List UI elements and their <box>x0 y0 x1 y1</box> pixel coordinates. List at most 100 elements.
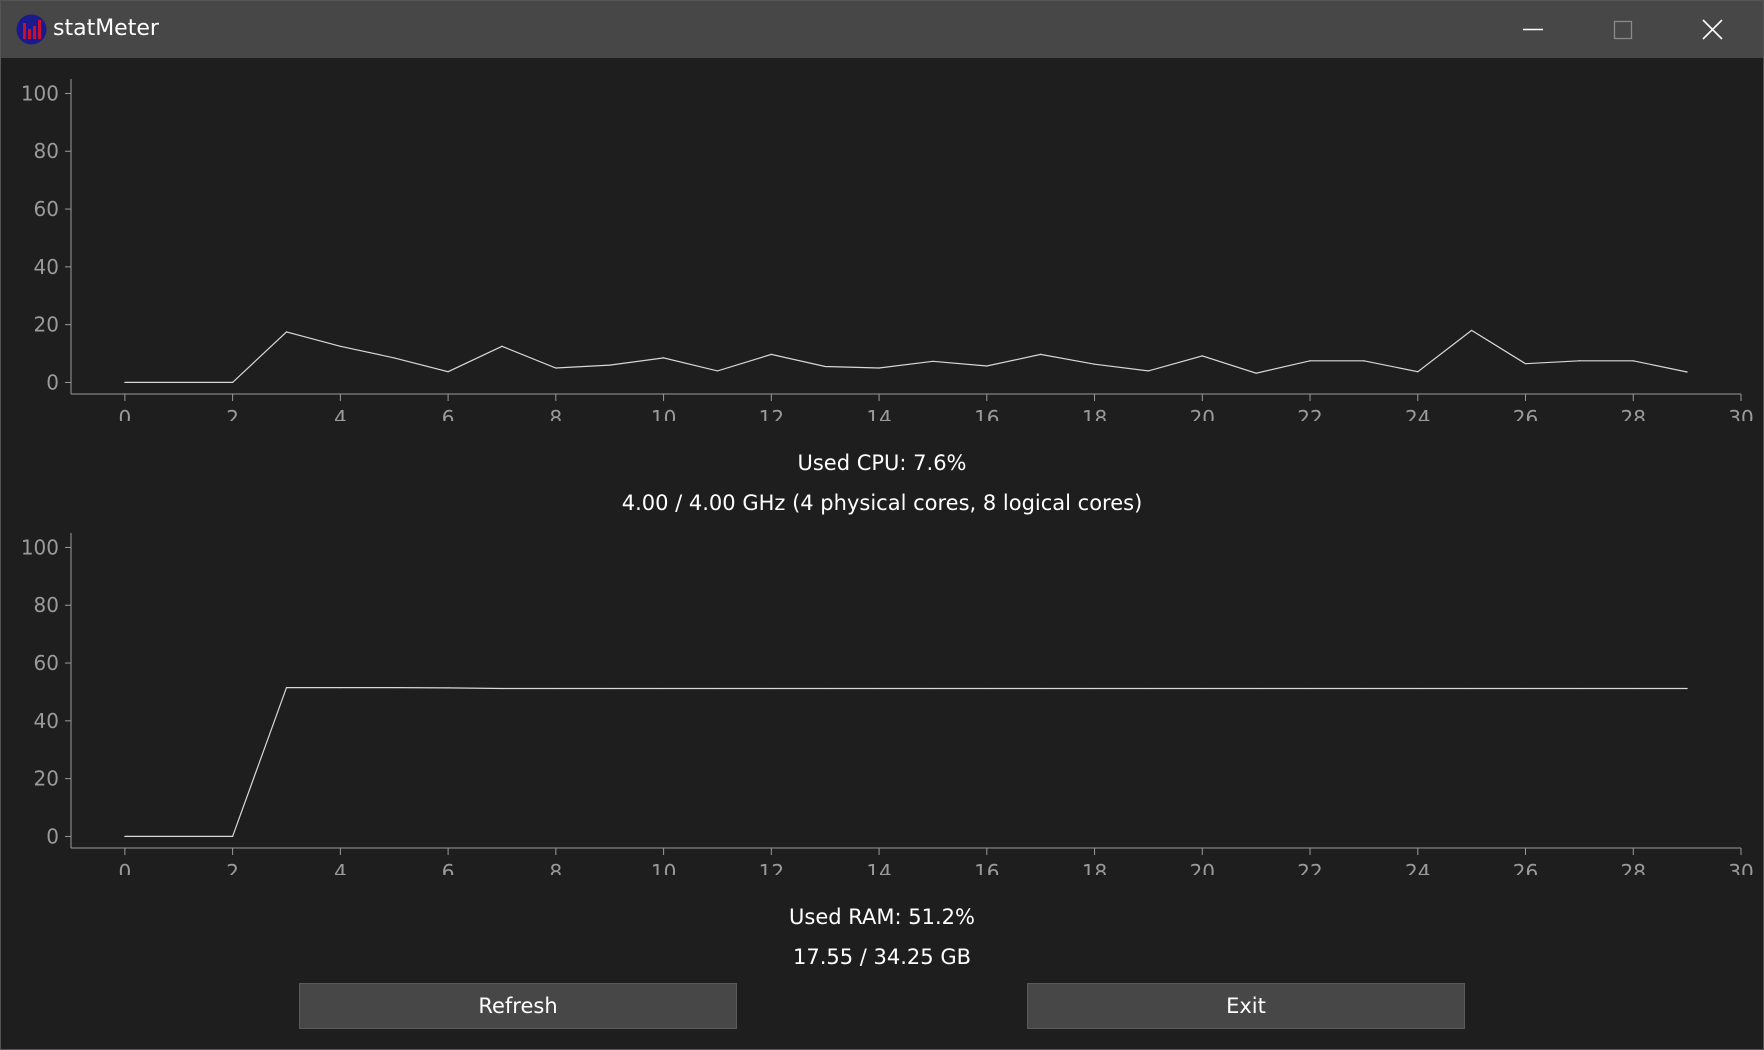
data-point <box>1524 363 1527 365</box>
data-point <box>609 687 611 690</box>
minimize-button[interactable] <box>1487 1 1577 58</box>
x-tick-label: 16 <box>974 406 999 421</box>
data-point <box>932 360 934 362</box>
data-point <box>124 381 126 384</box>
x-tick-label: 22 <box>1297 406 1322 421</box>
data-point <box>878 687 880 690</box>
close-icon <box>1702 19 1723 40</box>
data-point <box>339 345 341 347</box>
x-tick-label: 2 <box>226 860 239 875</box>
data-point <box>285 687 288 689</box>
data-point <box>178 835 180 838</box>
y-tick-label: 40 <box>34 709 59 733</box>
data-point <box>447 687 449 689</box>
x-tick-label: 0 <box>119 406 132 421</box>
close-button[interactable] <box>1667 1 1757 58</box>
x-tick-label: 12 <box>759 406 784 421</box>
y-tick-label: 0 <box>46 824 59 848</box>
x-tick-label: 30 <box>1728 860 1753 875</box>
x-tick-label: 18 <box>1082 406 1107 421</box>
data-point <box>932 687 934 690</box>
y-tick-label: 20 <box>34 767 59 791</box>
y-tick-label: 20 <box>34 313 59 337</box>
ram-chart: 0 20 40 60 80 100 0 2 4 6 8 10 12 14 16 18 20 22 24 26 28 30 <box>1 515 1763 884</box>
x-tick-label: 26 <box>1513 860 1538 875</box>
data-point <box>1632 687 1634 690</box>
data-point <box>662 357 665 359</box>
data-point <box>1686 371 1688 373</box>
x-tick-label: 14 <box>866 860 891 875</box>
x-tick-label: 8 <box>549 406 562 421</box>
data-point <box>285 331 288 333</box>
cpu-frequency-label: 4.00 / 4.00 GHz (4 physical cores, 8 log… <box>621 491 1143 515</box>
data-point <box>501 687 503 690</box>
data-point <box>1201 687 1203 690</box>
x-tick-label: 14 <box>866 406 891 421</box>
x-tick-label: 20 <box>1190 406 1215 421</box>
data-point <box>447 371 449 373</box>
data-point <box>339 687 341 689</box>
data-point <box>1363 360 1365 362</box>
series-line <box>124 687 1688 837</box>
x-tick-label: 2 <box>226 406 239 421</box>
data-point <box>609 364 611 366</box>
data-point <box>1578 687 1580 690</box>
x-tick-label: 0 <box>119 860 132 875</box>
ram-size-label: 17.55 / 34.25 GB <box>792 945 972 969</box>
series-line <box>124 329 1688 383</box>
x-tick-label: 10 <box>651 406 676 421</box>
data-point <box>124 835 126 838</box>
x-tick-label: 6 <box>442 860 455 875</box>
refresh-button[interactable]: Refresh <box>299 983 737 1029</box>
data-point <box>1524 687 1527 690</box>
data-point <box>501 345 503 347</box>
exit-button[interactable]: Exit <box>1027 983 1465 1029</box>
data-point <box>1309 360 1311 362</box>
data-point <box>1417 371 1419 373</box>
data-point <box>393 357 395 359</box>
x-tick-label: 30 <box>1728 406 1753 421</box>
data-point <box>770 353 772 356</box>
data-point <box>1632 360 1634 362</box>
x-tick-label: 4 <box>334 406 347 421</box>
y-tick-label: 80 <box>34 593 59 617</box>
x-tick-label: 8 <box>549 860 562 875</box>
x-tick-label: 20 <box>1190 860 1215 875</box>
title-bar[interactable]: statMeter <box>1 1 1763 58</box>
data-point <box>1093 363 1096 365</box>
data-point <box>1040 353 1042 356</box>
data-point <box>1093 687 1096 690</box>
data-point <box>770 687 772 690</box>
x-tick-label: 28 <box>1621 406 1646 421</box>
cpu-chart: 0 20 40 60 80 100 0 2 4 6 8 10 12 14 16 18 20 22 24 26 28 30 <box>1 61 1763 430</box>
data-point <box>555 687 557 690</box>
data-point <box>824 687 826 690</box>
y-tick-label: 100 <box>21 81 59 105</box>
data-point <box>1040 687 1042 690</box>
data-point <box>1578 360 1580 362</box>
y-tick-label: 60 <box>34 651 59 675</box>
data-point <box>1201 355 1203 357</box>
x-tick-label: 22 <box>1297 860 1322 875</box>
x-tick-label: 28 <box>1621 860 1646 875</box>
x-tick-label: 6 <box>442 406 455 421</box>
y-tick-label: 40 <box>34 255 59 279</box>
x-tick-label: 16 <box>974 860 999 875</box>
x-tick-label: 18 <box>1082 860 1107 875</box>
data-point <box>824 365 826 368</box>
data-point <box>1147 687 1150 690</box>
data-point <box>878 367 880 369</box>
maximize-button[interactable] <box>1577 1 1667 58</box>
x-tick-label: 24 <box>1405 406 1430 421</box>
statmeter-window: statMeter 0 20 40 60 80 100 0 2 4 6 8 10 12 14 16 18 20 2… <box>0 0 1764 1050</box>
ram-used-label: Used RAM: 51.2% <box>789 905 975 929</box>
maximize-icon <box>1613 20 1633 40</box>
data-point <box>1147 370 1150 372</box>
data-point <box>716 370 719 372</box>
data-point <box>1471 329 1473 332</box>
data-point <box>555 367 557 369</box>
data-point <box>1686 687 1688 690</box>
data-point <box>232 381 234 384</box>
y-tick-label: 80 <box>34 139 59 163</box>
data-point <box>716 687 719 690</box>
